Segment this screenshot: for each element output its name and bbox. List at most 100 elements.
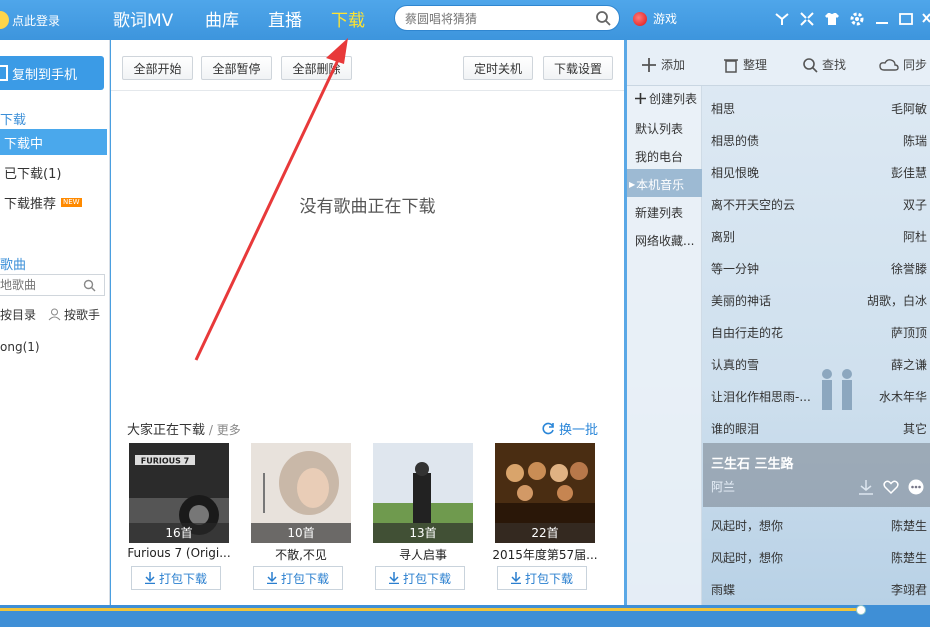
by-singer-tab[interactable]: 按歌手 xyxy=(48,306,100,323)
download-icon xyxy=(266,572,277,584)
nav-library[interactable]: 曲库 xyxy=(205,6,239,31)
download-pack-button[interactable]: 打包下载 xyxy=(253,566,343,590)
remote-icon[interactable] xyxy=(773,10,791,28)
list-net-favorites[interactable]: 网络收藏... xyxy=(635,232,694,249)
song-row[interactable]: 离别 阿杜 xyxy=(711,228,927,248)
search-input[interactable] xyxy=(405,10,585,28)
organize-button[interactable]: 整理 xyxy=(723,56,767,73)
song-title: 自由行走的花 xyxy=(711,326,784,340)
song-row[interactable]: 相思的债 陈瑞 xyxy=(711,132,927,152)
timer-shutdown-button[interactable]: 定时关机 xyxy=(463,56,533,80)
recommend-title: 大家正在下载 / 更多 xyxy=(127,423,241,438)
download-pack-button[interactable]: 打包下载 xyxy=(375,566,465,590)
song-title: 风起时，想你 xyxy=(711,519,784,533)
game-icon xyxy=(633,11,647,26)
song-artist: 彭佳慧 xyxy=(890,166,927,180)
song-list: 相思 毛阿敏 相思的债 陈瑞 相见恨晚 彭佳慧 离不开天空的云 双子 离别 阿杜 等一分钟… xyxy=(703,86,930,605)
nav-live[interactable]: 直播 xyxy=(268,6,302,31)
download-icon xyxy=(388,572,399,584)
list-my-radio[interactable]: 我的电台 xyxy=(635,148,683,165)
download-icon xyxy=(510,572,521,584)
download-pack-button[interactable]: 打包下载 xyxy=(497,566,587,590)
album-name[interactable]: 寻人启事 xyxy=(369,546,477,563)
song-title: 雨蝶 xyxy=(711,583,736,597)
song-row[interactable]: 谁的眼泪 其它 xyxy=(711,420,927,440)
empty-message: 没有歌曲正在下载 xyxy=(299,197,436,217)
search-box xyxy=(394,5,620,31)
maximize-icon[interactable] xyxy=(897,10,915,28)
local-search-input[interactable] xyxy=(0,278,80,292)
current-song[interactable]: 三生石 三生路 阿兰 xyxy=(703,443,930,507)
list-local-music[interactable]: ▶ 本机音乐 xyxy=(629,176,684,193)
sidebar-item-label: 下载推荐 xyxy=(4,196,57,212)
create-list-button[interactable]: 创建列表 xyxy=(635,90,697,107)
album-name[interactable]: 2015年度第57届... xyxy=(491,546,599,563)
settings-icon[interactable] xyxy=(848,10,866,28)
song-row[interactable]: 相见恨晚 彭佳慧 xyxy=(711,164,927,184)
song-row[interactable]: 离不开天空的云 双子 xyxy=(711,196,927,216)
more-link[interactable]: 更多 xyxy=(217,423,241,437)
section-song-title: 歌曲 xyxy=(0,258,27,273)
pause-all-button[interactable]: 全部暂停 xyxy=(201,56,272,80)
local-search-box xyxy=(0,274,105,296)
song-row[interactable]: 雨蝶 李翊君 xyxy=(711,581,927,601)
login-link[interactable]: 点此登录 xyxy=(0,10,60,30)
refresh-button[interactable]: 换一批 xyxy=(542,419,598,438)
start-all-button[interactable]: 全部开始 xyxy=(122,56,193,80)
refresh-label: 换一批 xyxy=(559,423,599,438)
song-row[interactable]: 相思 毛阿敏 xyxy=(711,100,927,120)
heart-icon[interactable] xyxy=(883,479,899,495)
progress-handle[interactable] xyxy=(856,605,866,615)
minimize-icon[interactable] xyxy=(873,10,891,28)
song-title: 美丽的神话 xyxy=(711,294,772,308)
search-icon[interactable] xyxy=(595,10,611,26)
sidebar-item-downloading[interactable]: 下载中 xyxy=(0,129,107,155)
song-row[interactable]: 认真的雪 薛之谦 xyxy=(711,356,927,376)
song-row[interactable]: 风起时，想你 陈楚生 xyxy=(711,517,927,537)
song-row[interactable]: 等一分钟 徐誉滕 xyxy=(711,260,927,280)
add-button[interactable]: 添加 xyxy=(641,56,685,73)
download-pack-label: 打包下载 xyxy=(280,571,329,586)
close-icon[interactable] xyxy=(920,10,930,28)
sync-button[interactable]: 同步 xyxy=(879,56,927,73)
song-artist: 陈楚生 xyxy=(890,519,927,533)
song-row[interactable]: 风起时，想你 陈楚生 xyxy=(711,549,927,569)
search-icon[interactable] xyxy=(83,279,96,292)
shrink-icon[interactable] xyxy=(798,10,816,28)
skin-icon[interactable] xyxy=(823,10,841,28)
download-settings-button[interactable]: 下载设置 xyxy=(543,56,613,80)
left-sidebar: 复制到手机 下载 下载中 已下载(1) 下载推荐 NEW 歌曲 按目录 按歌手 o… xyxy=(0,40,110,605)
download-pack-button[interactable]: 打包下载 xyxy=(131,566,221,590)
delete-all-button[interactable]: 全部删除 xyxy=(281,56,352,80)
current-song-title: 三生石 三生路 xyxy=(711,457,794,472)
by-directory-tab[interactable]: 按目录 xyxy=(0,306,36,323)
player-bar xyxy=(0,605,930,627)
nav-lyrics-mv[interactable]: 歌词MV xyxy=(113,6,173,31)
cloud-icon xyxy=(879,58,899,71)
list-new[interactable]: 新建列表 xyxy=(635,204,683,221)
sidebar-item-downloaded[interactable]: 已下载(1) xyxy=(0,159,107,185)
new-badge: NEW xyxy=(61,197,82,207)
more-icon[interactable] xyxy=(908,479,924,495)
list-default[interactable]: 默认列表 xyxy=(635,120,683,137)
download-icon[interactable] xyxy=(858,479,874,495)
song-row[interactable]: 自由行走的花 萨顶顶 xyxy=(711,324,927,344)
top-bar: 点此登录 歌词MV 曲库 直播 下载 游戏 xyxy=(0,0,930,40)
album-name[interactable]: Furious 7 (Origi... xyxy=(125,546,233,560)
song-title: 相思的债 xyxy=(711,134,760,148)
search-icon xyxy=(803,57,818,73)
game-link[interactable]: 游戏 xyxy=(633,10,677,27)
song-title: 认真的雪 xyxy=(711,358,760,372)
album-track-count: 16首 xyxy=(129,523,229,543)
song-row[interactable]: 美丽的神话 胡歌，白冰 xyxy=(711,292,927,312)
download-pack-label: 打包下载 xyxy=(524,571,573,586)
copy-to-phone-button[interactable]: 复制到手机 xyxy=(0,56,104,90)
nav-download[interactable]: 下载 xyxy=(331,6,365,31)
album-name[interactable]: 不散,不见 xyxy=(247,546,355,563)
progress-bar[interactable] xyxy=(0,608,862,611)
sidebar-item-recommend[interactable]: 下载推荐 NEW xyxy=(0,189,107,215)
song-row[interactable]: 让泪化作相思雨-... 水木年华 xyxy=(711,388,927,408)
song-entry[interactable]: ong(1) xyxy=(0,340,40,354)
song-title: 谁的眼泪 xyxy=(711,422,760,436)
find-button[interactable]: 查找 xyxy=(802,56,846,73)
